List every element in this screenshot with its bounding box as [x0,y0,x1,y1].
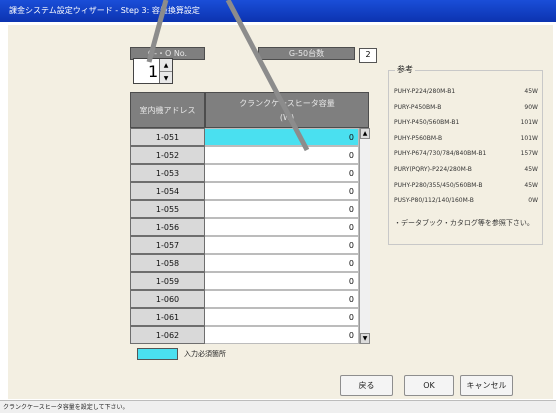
capacity-header-unit: (W) [279,113,295,122]
reference-power: 157W [520,150,538,157]
status-bar: クランクケースヒータ容量を設定して下さい。 [0,400,556,413]
table-row: 1-052 0 [130,146,369,164]
table-row: 1-060 0 [130,290,369,308]
reference-power: 0W [528,197,538,204]
window-title: 課金システム設定ウィザード - Step 3: 容量換算設定 [9,6,200,15]
capacity-table: 1-051 0 1-052 0 1-053 0 1-054 0 1-055 0 … [130,128,370,344]
reference-model: PUHY-P280/355/450/560BM-B [394,182,483,189]
capacity-input[interactable]: 0 [205,272,359,290]
table-row: 1-059 0 [130,272,369,290]
reference-power: 45W [524,88,538,95]
group-no-value[interactable]: 1 [148,62,158,81]
capacity-header-label: クランクケースヒータ容量 [239,99,335,108]
capacity-input[interactable]: 0 [205,128,359,146]
table-row: 1-054 0 [130,182,369,200]
reference-power: 101W [520,119,538,126]
address-cell: 1-062 [130,326,205,344]
reference-power: 90W [524,104,538,111]
reference-note: ・データブック・カタログ等を参照下さい。 [394,219,534,227]
capacity-input[interactable]: 0 [205,164,359,182]
g50-count-value: 2 [359,48,377,63]
table-row: 1-058 0 [130,254,369,272]
address-column-header: 室内機アドレス [130,92,205,128]
address-cell: 1-055 [130,200,205,218]
address-cell: 1-061 [130,308,205,326]
reference-item: PUHY-P674/730/784/840BM-B1 157W [394,150,540,161]
status-text: クランクケースヒータ容量を設定して下さい。 [3,404,129,411]
address-cell: 1-051 [130,128,205,146]
reference-model: PUHY-P560BM-B [394,135,443,142]
reference-item: PUSY-P80/112/140/160M-B 0W [394,197,540,208]
address-cell: 1-056 [130,218,205,236]
required-field-label: 入力必須箇所 [184,350,226,358]
reference-model: PUSY-P80/112/140/160M-B [394,197,474,204]
back-button[interactable]: 戻る [340,375,393,396]
reference-model: PUHY-P224/280M-B1 [394,88,456,95]
capacity-input[interactable]: 0 [205,290,359,308]
capacity-input[interactable]: 0 [205,146,359,164]
spin-down-icon[interactable]: ▼ [160,72,172,84]
table-row: 1-062 0 [130,326,369,344]
reference-item: PUHY-P224/280M-B1 45W [394,88,540,99]
spin-up-icon[interactable]: ▲ [160,59,172,72]
spin-buttons: ▲ ▼ [159,59,172,83]
capacity-input[interactable]: 0 [205,326,359,344]
reference-model: PUHY-P450/560BM-B1 [394,119,460,126]
reference-item: PURY(PQRY)-P224/280M-B 45W [394,166,540,177]
table-row: 1-053 0 [130,164,369,182]
reference-model: PURY-P450BM-B [394,104,442,111]
reference-item: PUHY-P450/560BM-B1 101W [394,119,540,130]
g50-count-header: G-50台数 [258,47,355,60]
table-row: 1-057 0 [130,236,369,254]
address-cell: 1-059 [130,272,205,290]
capacity-input[interactable]: 0 [205,236,359,254]
capacity-input[interactable]: 0 [205,182,359,200]
table-row: 1-051 0 [130,128,369,146]
table-row: 1-061 0 [130,308,369,326]
capacity-input[interactable]: 0 [205,254,359,272]
address-cell: 1-058 [130,254,205,272]
title-bar: 課金システム設定ウィザード - Step 3: 容量換算設定 [0,0,556,22]
address-cell: 1-052 [130,146,205,164]
table-row: 1-056 0 [130,218,369,236]
address-cell: 1-054 [130,182,205,200]
group-no-spinner[interactable]: 1 ▲ ▼ [133,58,173,84]
capacity-input[interactable]: 0 [205,218,359,236]
reference-power: 45W [524,182,538,189]
reference-title: 参考 [395,64,415,75]
address-cell: 1-057 [130,236,205,254]
address-cell: 1-060 [130,290,205,308]
capacity-column-header: クランクケースヒータ容量 (W) [205,92,369,128]
capacity-input[interactable]: 0 [205,308,359,326]
reference-item: PURY-P450BM-B 90W [394,104,540,115]
table-scrollbar[interactable]: ▲ ▼ [359,128,370,344]
reference-model: PUHY-P674/730/784/840BM-B1 [394,150,487,157]
capacity-input[interactable]: 0 [205,200,359,218]
table-row: 1-055 0 [130,200,369,218]
ok-button[interactable]: OK [404,375,454,396]
scroll-up-icon[interactable]: ▲ [360,128,370,139]
required-field-swatch [137,348,178,360]
reference-item: PUHY-P280/355/450/560BM-B 45W [394,182,540,193]
reference-power: 101W [520,135,538,142]
reference-model: PURY(PQRY)-P224/280M-B [394,166,472,173]
address-cell: 1-053 [130,164,205,182]
reference-item: PUHY-P560BM-B 101W [394,135,540,146]
scroll-down-icon[interactable]: ▼ [360,333,370,344]
cancel-button[interactable]: キャンセル [460,375,513,396]
reference-power: 45W [524,166,538,173]
